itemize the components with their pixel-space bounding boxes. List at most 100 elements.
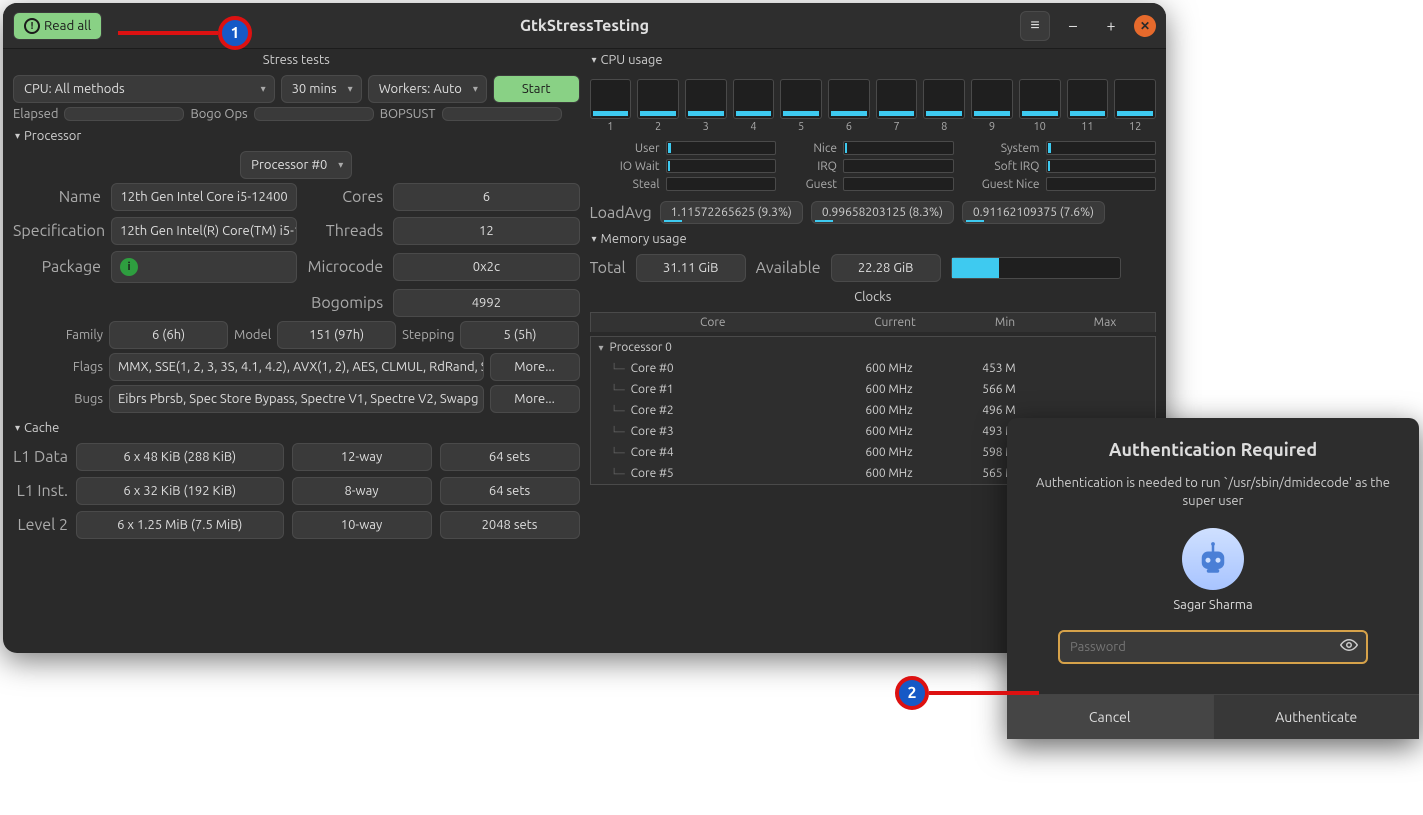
stat-bar xyxy=(1046,141,1157,155)
cache-size: 6 x 32 KiB (192 KiB) xyxy=(76,477,284,505)
cpu-core-graph xyxy=(590,79,632,119)
cpu-core-graph xyxy=(733,79,775,119)
cache-sets: 64 sets xyxy=(440,443,580,471)
cpu-core-label: 12 xyxy=(1129,121,1141,133)
cpu-core-label: 2 xyxy=(655,121,661,133)
processor-expander[interactable]: Processor xyxy=(13,125,580,147)
cpu-core-graph xyxy=(971,79,1013,119)
cpu-core-graph xyxy=(1067,79,1109,119)
bopsust-label: BOPSUST xyxy=(380,107,436,121)
stress-method-dropdown[interactable]: CPU: All methods xyxy=(13,75,275,103)
flags-field: MMX, SSE(1, 2, 3, 3S, 4.1, 4.2), AVX(1, … xyxy=(109,353,484,381)
stat-label: System xyxy=(960,142,1040,155)
cpu-core: 3 xyxy=(685,79,727,133)
threads-label: Threads xyxy=(305,222,385,240)
cpu-core-label: 7 xyxy=(893,121,899,133)
read-all-label: Read all xyxy=(44,18,91,33)
elapsed-field xyxy=(64,107,184,121)
mem-usage-bar xyxy=(951,257,1121,279)
read-all-button[interactable]: ! Read all xyxy=(13,12,102,40)
bogoops-label: Bogo Ops xyxy=(190,107,247,121)
cpu-core: 11 xyxy=(1067,79,1109,133)
clocks-col-current: Current xyxy=(835,316,955,329)
cores-label: Cores xyxy=(305,188,385,206)
stat-bar xyxy=(666,177,777,191)
hamburger-menu-button[interactable]: ≡ xyxy=(1020,11,1050,41)
bugs-label: Bugs xyxy=(13,392,103,406)
authenticate-button[interactable]: Authenticate xyxy=(1214,695,1420,739)
robot-icon xyxy=(1193,539,1233,579)
stress-duration-dropdown[interactable]: 30 mins xyxy=(281,75,362,103)
stat-label: Steal xyxy=(590,178,660,191)
stat-label: IO Wait xyxy=(590,160,660,173)
stat-label: User xyxy=(590,142,660,155)
titlebar: ! Read all GtkStressTesting ≡ – + ✕ xyxy=(3,3,1166,49)
stat-bar xyxy=(1046,177,1157,191)
clocks-col-max: Max xyxy=(1055,316,1155,329)
cpu-core-graph xyxy=(876,79,918,119)
model-field: 151 (97h) xyxy=(277,321,396,349)
minimize-button[interactable]: – xyxy=(1058,11,1088,41)
cache-label: Level 2 xyxy=(13,516,68,534)
flags-more-button[interactable]: More... xyxy=(490,353,580,381)
cpu-core-graph xyxy=(780,79,822,119)
stat-bar xyxy=(843,177,954,191)
cpu-core: 1 xyxy=(590,79,632,133)
stress-tests-header: Stress tests xyxy=(13,49,580,71)
clocks-header: Clocks xyxy=(590,286,1157,308)
loadavg-label: LoadAvg xyxy=(590,204,652,222)
elapsed-label: Elapsed xyxy=(13,107,58,121)
info-icon: ! xyxy=(24,18,40,34)
threads-field: 12 xyxy=(393,217,579,245)
bogoops-field xyxy=(254,107,374,121)
stat-bar xyxy=(843,141,954,155)
cache-sets: 64 sets xyxy=(440,477,580,505)
clock-row: Core #1 600 MHz 566 M xyxy=(591,379,1156,400)
clock-parent-row[interactable]: Processor 0 xyxy=(591,337,1156,358)
password-input[interactable] xyxy=(1058,630,1368,664)
cpu-core-graph xyxy=(828,79,870,119)
loadavg-chip: 0.99658203125 (8.3%) xyxy=(811,201,954,224)
flags-label: Flags xyxy=(13,360,103,374)
show-password-icon[interactable] xyxy=(1340,636,1358,658)
clocks-col-core: Core xyxy=(591,316,836,329)
cache-assoc: 10-way xyxy=(292,511,432,539)
cpu-core-label: 1 xyxy=(607,121,613,133)
loadavg-chip: 0.91162109375 (7.6%) xyxy=(962,201,1105,224)
cache-label: L1 Data xyxy=(13,448,68,466)
bogomips-field: 4992 xyxy=(393,289,579,317)
cancel-button[interactable]: Cancel xyxy=(1007,695,1214,739)
processor-selector-dropdown[interactable]: Processor #0 xyxy=(240,151,352,179)
microcode-field: 0x2c xyxy=(393,253,579,281)
stepping-label: Stepping xyxy=(402,328,454,342)
cpu-core-label: 4 xyxy=(750,121,756,133)
cache-expander[interactable]: Cache xyxy=(13,417,580,439)
stat-label: Guest xyxy=(782,178,837,191)
close-button[interactable]: ✕ xyxy=(1134,15,1156,37)
window-title: GtkStressTesting xyxy=(520,17,649,35)
stat-bar xyxy=(666,159,777,173)
bugs-more-button[interactable]: More... xyxy=(490,385,580,413)
model-label: Model xyxy=(234,328,271,342)
cores-field: 6 xyxy=(393,183,579,211)
cpu-core: 2 xyxy=(637,79,679,133)
memory-expander[interactable]: Memory usage xyxy=(590,228,1157,250)
family-label: Family xyxy=(13,328,103,342)
cache-size: 6 x 1.25 MiB (7.5 MiB) xyxy=(76,511,284,539)
auth-username: Sagar Sharma xyxy=(1173,598,1252,612)
cpu-usage-expander[interactable]: CPU usage xyxy=(590,49,1157,71)
cache-label: L1 Inst. xyxy=(13,482,68,500)
maximize-button[interactable]: + xyxy=(1096,11,1126,41)
mem-avail-label: Available xyxy=(756,259,821,277)
cpu-core: 8 xyxy=(923,79,965,133)
stress-workers-dropdown[interactable]: Workers: Auto xyxy=(368,75,487,103)
cpu-core: 9 xyxy=(971,79,1013,133)
stat-bar xyxy=(843,159,954,173)
cpu-core-graph xyxy=(1019,79,1061,119)
main-window: ! Read all GtkStressTesting ≡ – + ✕ Stre… xyxy=(3,3,1166,653)
cache-size: 6 x 48 KiB (288 KiB) xyxy=(76,443,284,471)
mem-total-field: 31.11 GiB xyxy=(636,254,746,282)
mem-total-label: Total xyxy=(590,259,626,277)
start-button[interactable]: Start xyxy=(493,75,580,103)
family-field: 6 (6h) xyxy=(109,321,228,349)
